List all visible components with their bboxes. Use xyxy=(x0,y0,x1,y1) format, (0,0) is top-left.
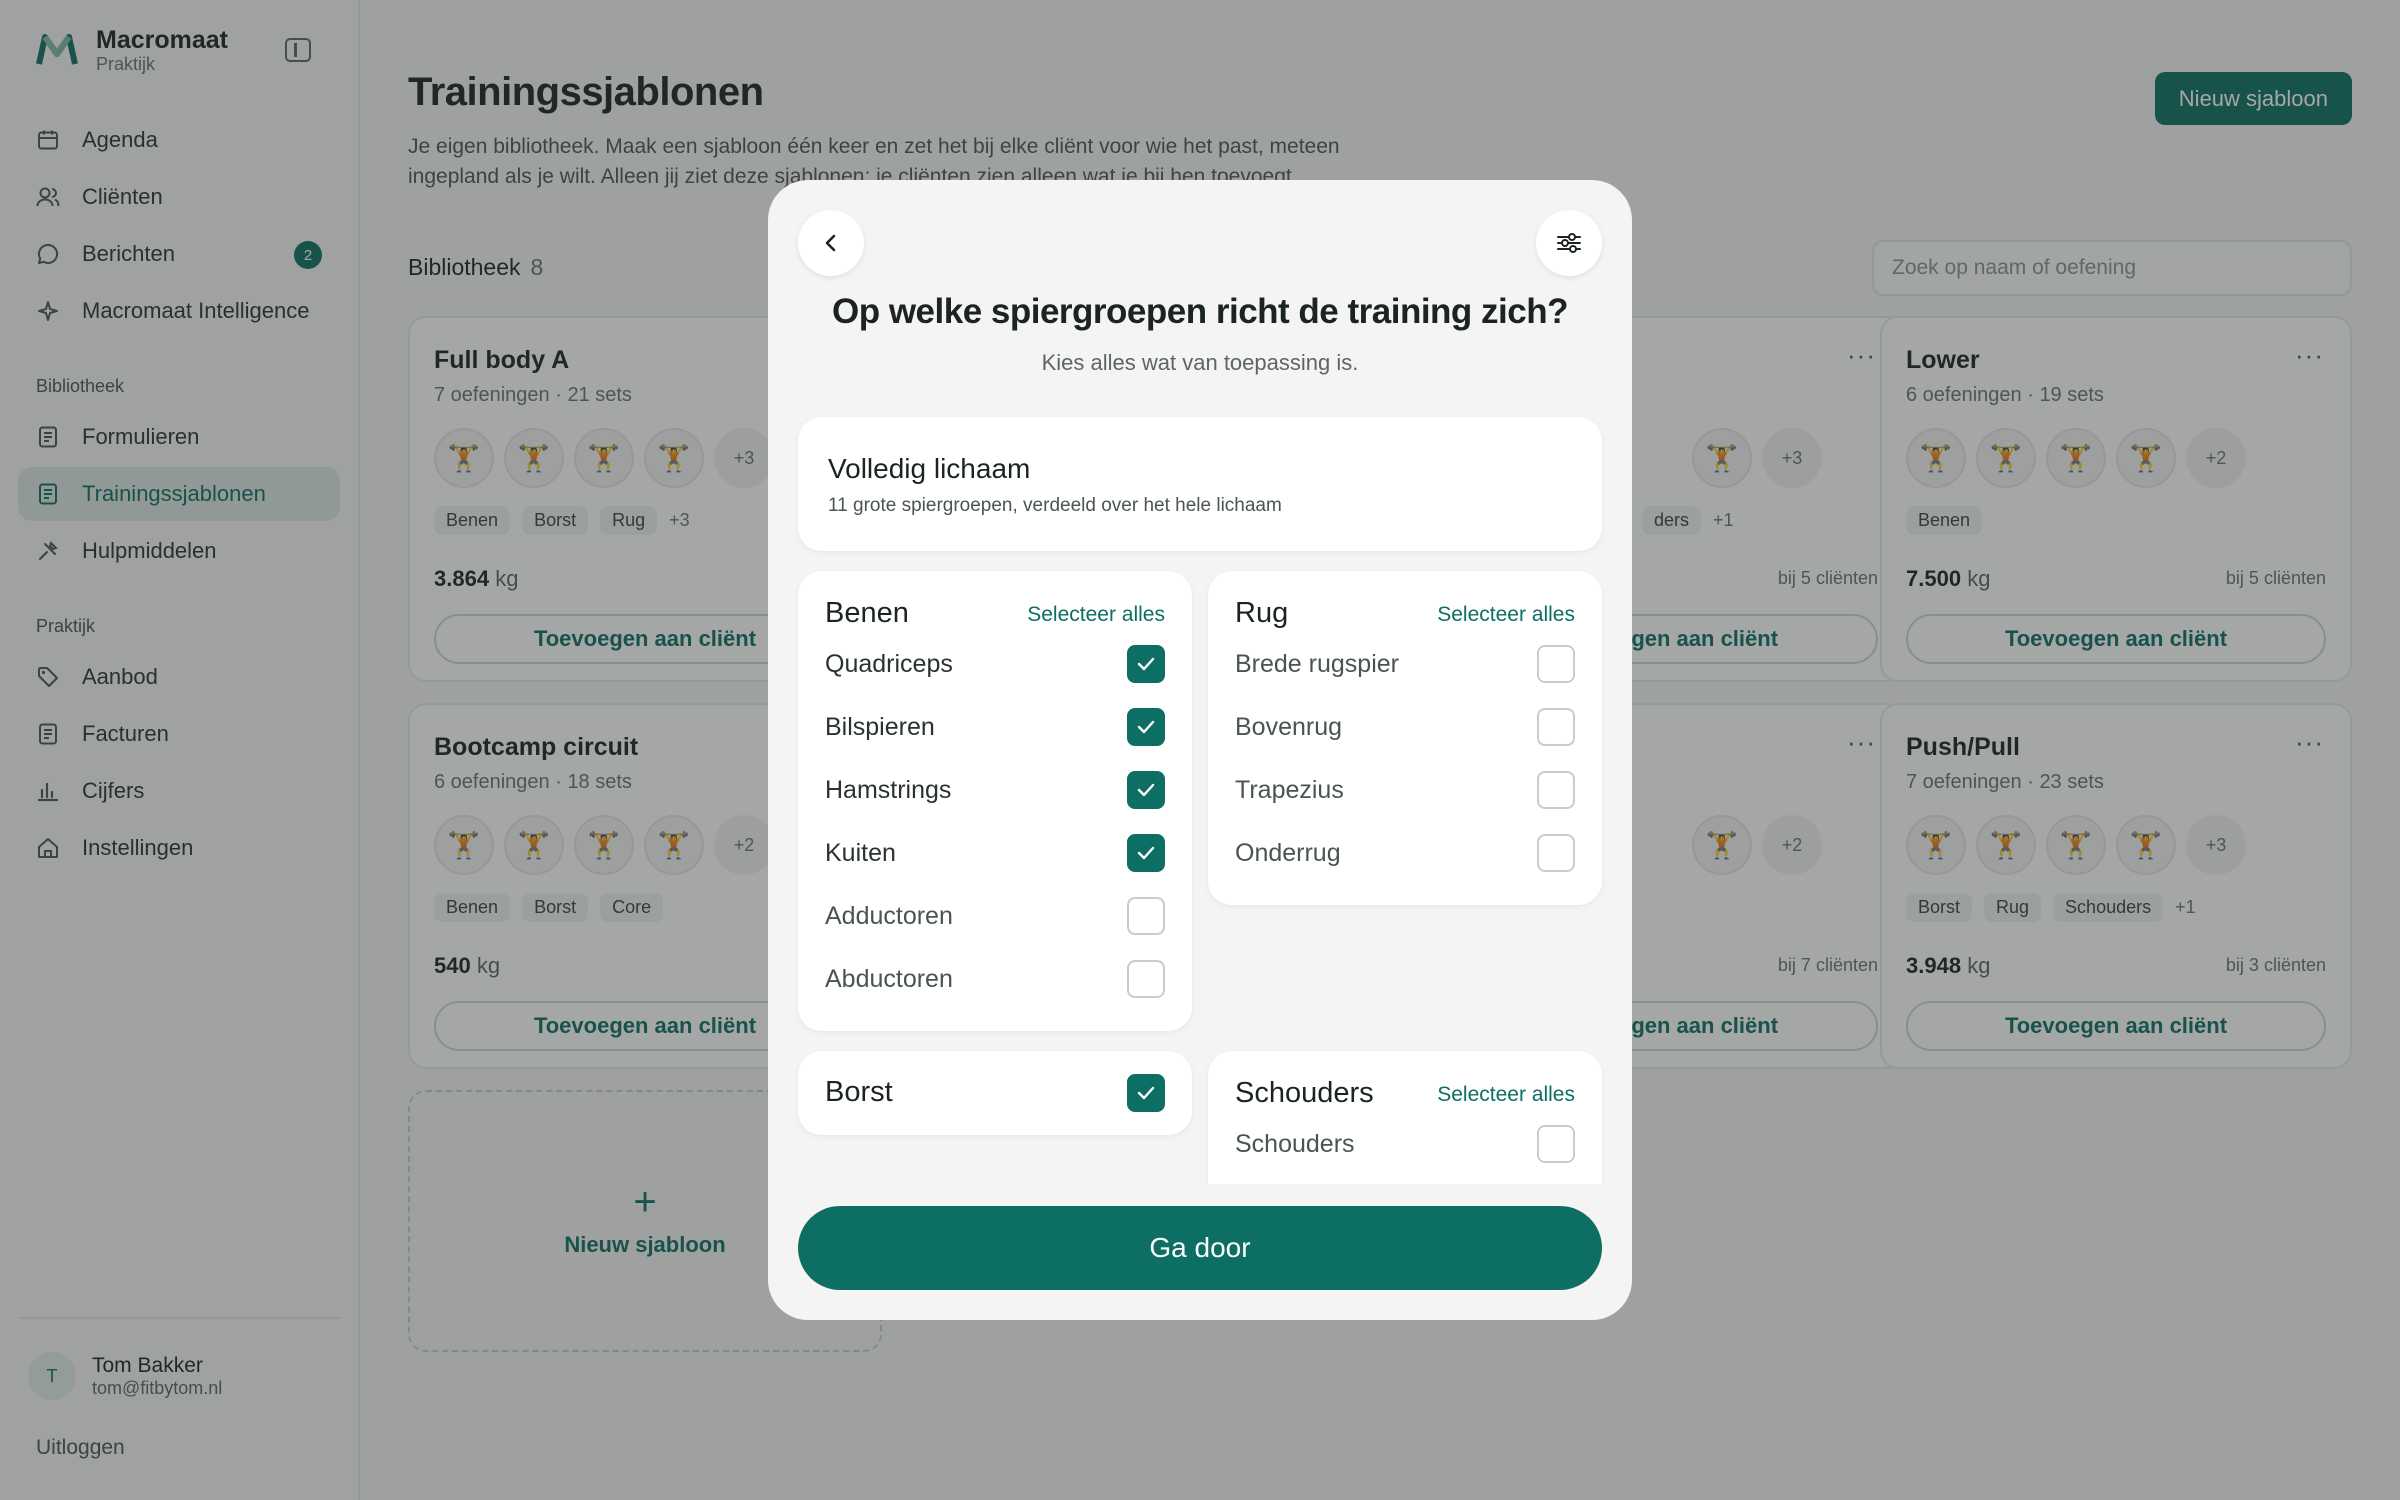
option-label: Kuiten xyxy=(825,838,896,867)
muscle-option[interactable]: Schouders xyxy=(1235,1124,1575,1164)
muscle-option[interactable]: Bovenrug xyxy=(1235,707,1575,747)
group-title: Rug xyxy=(1235,597,1289,629)
checkbox-unchecked[interactable] xyxy=(1537,771,1575,809)
muscle-option[interactable]: Bilspieren xyxy=(825,707,1165,747)
checkbox-checked[interactable] xyxy=(1127,708,1165,746)
muscle-option[interactable]: Quadriceps xyxy=(825,644,1165,684)
option-label: Hamstrings xyxy=(825,775,952,804)
select-all-link[interactable]: Selecteer alles xyxy=(1437,1083,1575,1107)
checkbox-checked[interactable] xyxy=(1127,1074,1165,1112)
muscle-option[interactable]: Trapezius xyxy=(1235,770,1575,810)
check-icon xyxy=(1137,783,1155,797)
option-label: Adductoren xyxy=(825,901,953,930)
check-icon xyxy=(1137,720,1155,734)
option-label: Schouders xyxy=(1235,1129,1355,1158)
checkbox-unchecked[interactable] xyxy=(1537,708,1575,746)
option-label: Bovenrug xyxy=(1235,712,1343,741)
option-label: Brede rugspier xyxy=(1235,649,1399,678)
muscle-group-schouders: Schouders Selecteer alles Schouders xyxy=(1208,1051,1602,1184)
muscle-option[interactable]: Abductoren xyxy=(825,959,1165,999)
muscle-option[interactable]: Hamstrings xyxy=(825,770,1165,810)
select-all-link[interactable]: Selecteer alles xyxy=(1437,603,1575,627)
checkbox-checked[interactable] xyxy=(1127,645,1165,683)
check-icon xyxy=(1137,657,1155,671)
checkbox-unchecked[interactable] xyxy=(1537,834,1575,872)
group-title: Schouders xyxy=(1235,1077,1374,1109)
group-title: Benen xyxy=(825,597,909,629)
muscle-option[interactable]: Onderrug xyxy=(1235,833,1575,873)
full-body-subtitle: 11 grote spiergroepen, verdeeld over het… xyxy=(828,495,1282,516)
select-all-link[interactable]: Selecteer alles xyxy=(1027,603,1165,627)
full-body-title: Volledig lichaam xyxy=(828,453,1031,484)
check-icon xyxy=(1137,846,1155,860)
checkbox-unchecked[interactable] xyxy=(1127,897,1165,935)
option-label: Bilspieren xyxy=(825,712,935,741)
continue-button[interactable]: Ga door xyxy=(798,1206,1602,1290)
checkbox-unchecked[interactable] xyxy=(1537,1125,1575,1163)
full-body-option[interactable]: Volledig lichaam 11 grote spiergroepen, … xyxy=(798,417,1602,551)
option-label: Onderrug xyxy=(1235,838,1341,867)
muscle-option[interactable]: Brede rugspier xyxy=(1235,644,1575,684)
dialog-scroll-area[interactable]: Volledig lichaam 11 grote spiergroepen, … xyxy=(768,180,1632,1184)
checkbox-checked[interactable] xyxy=(1127,771,1165,809)
checkbox-unchecked[interactable] xyxy=(1537,645,1575,683)
muscle-option[interactable]: Adductoren xyxy=(825,896,1165,936)
check-icon xyxy=(1137,1086,1155,1100)
muscle-group-borst[interactable]: Borst xyxy=(798,1051,1192,1135)
checkbox-unchecked[interactable] xyxy=(1127,960,1165,998)
option-label: Abductoren xyxy=(825,964,953,993)
muscle-group-rug: Rug Selecteer alles Brede rugspier Boven… xyxy=(1208,571,1602,905)
group-title: Borst xyxy=(825,1076,893,1108)
option-label: Trapezius xyxy=(1235,775,1344,804)
option-label: Quadriceps xyxy=(825,649,953,678)
checkbox-checked[interactable] xyxy=(1127,834,1165,872)
muscle-group-benen: Benen Selecteer alles Quadriceps Bilspie… xyxy=(798,571,1192,1031)
muscle-group-dialog: Op welke spiergroepen richt de training … xyxy=(768,180,1632,1320)
muscle-option[interactable]: Kuiten xyxy=(825,833,1165,873)
